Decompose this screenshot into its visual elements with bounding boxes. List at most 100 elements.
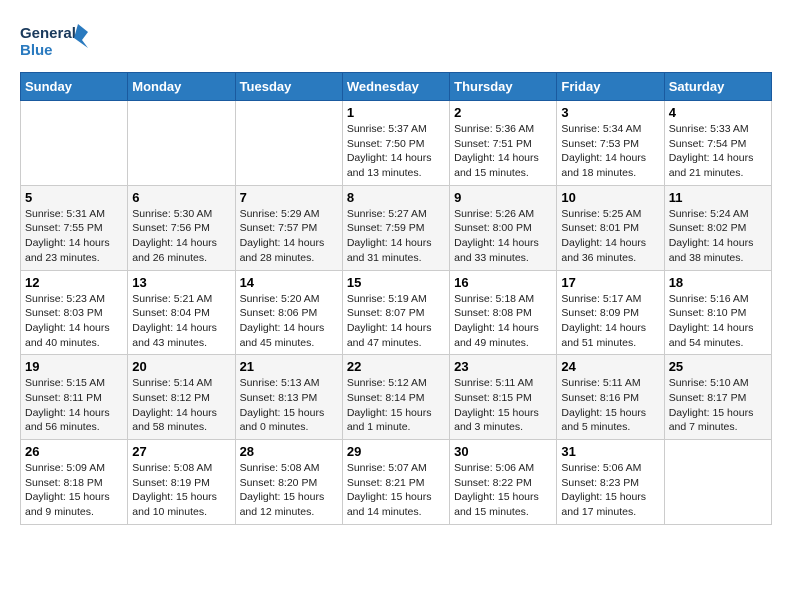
day-number: 22	[347, 359, 445, 374]
day-info: Sunrise: 5:20 AM Sunset: 8:06 PM Dayligh…	[240, 292, 338, 351]
day-info: Sunrise: 5:18 AM Sunset: 8:08 PM Dayligh…	[454, 292, 552, 351]
weekday-header-monday: Monday	[128, 73, 235, 101]
calendar-cell: 23Sunrise: 5:11 AM Sunset: 8:15 PM Dayli…	[450, 355, 557, 440]
day-info: Sunrise: 5:06 AM Sunset: 8:23 PM Dayligh…	[561, 461, 659, 520]
day-info: Sunrise: 5:34 AM Sunset: 7:53 PM Dayligh…	[561, 122, 659, 181]
calendar-cell: 26 Sunrise: 5:09 AM Sunset: 8:18 PM Dayli…	[21, 440, 128, 525]
day-info: Sunrise: 5:13 AM Sunset: 8:13 PM Dayligh…	[240, 376, 338, 435]
day-info: Sunrise: 5:09 AM Sunset: 8:18 PM Dayligh…	[25, 461, 123, 520]
day-info: Sunrise: 5:25 AM Sunset: 8:01 PM Dayligh…	[561, 207, 659, 266]
calendar-cell: 21 Sunrise: 5:13 AM Sunset: 8:13 PM Dayli…	[235, 355, 342, 440]
day-number: 1	[347, 105, 445, 120]
day-number: 13	[132, 275, 230, 290]
day-number: 26	[25, 444, 123, 459]
day-number: 3	[561, 105, 659, 120]
week-row-1: 5Sunrise: 5:31 AM Sunset: 7:55 PM Daylig…	[21, 185, 772, 270]
calendar-cell: 12Sunrise: 5:23 AM Sunset: 8:03 PM Dayli…	[21, 270, 128, 355]
calendar-cell: 19 Sunrise: 5:15 AM Sunset: 8:11 PM Dayli…	[21, 355, 128, 440]
calendar-cell: 31 Sunrise: 5:06 AM Sunset: 8:23 PM Dayli…	[557, 440, 664, 525]
calendar-cell	[235, 101, 342, 186]
calendar-cell: 3 Sunrise: 5:34 AM Sunset: 7:53 PM Daylig…	[557, 101, 664, 186]
day-number: 2	[454, 105, 552, 120]
day-info: Sunrise: 5:08 AM Sunset: 8:20 PM Dayligh…	[240, 461, 338, 520]
weekday-header-saturday: Saturday	[664, 73, 771, 101]
week-row-3: 19 Sunrise: 5:15 AM Sunset: 8:11 PM Dayli…	[21, 355, 772, 440]
day-number: 29	[347, 444, 445, 459]
day-number: 27	[132, 444, 230, 459]
calendar-cell	[21, 101, 128, 186]
logo-svg: General Blue	[20, 20, 90, 62]
calendar-cell: 28 Sunrise: 5:08 AM Sunset: 8:20 PM Dayli…	[235, 440, 342, 525]
day-number: 15	[347, 275, 445, 290]
weekday-header-row: SundayMondayTuesdayWednesdayThursdayFrid…	[21, 73, 772, 101]
weekday-header-tuesday: Tuesday	[235, 73, 342, 101]
calendar-cell: 25 Sunrise: 5:10 AM Sunset: 8:17 PM Dayli…	[664, 355, 771, 440]
header: General Blue	[20, 20, 772, 62]
day-info: Sunrise: 5:27 AM Sunset: 7:59 PM Dayligh…	[347, 207, 445, 266]
calendar-cell: 15Sunrise: 5:19 AM Sunset: 8:07 PM Dayli…	[342, 270, 449, 355]
calendar-cell: 1 Sunrise: 5:37 AM Sunset: 7:50 PM Daylig…	[342, 101, 449, 186]
calendar-cell: 4 Sunrise: 5:33 AM Sunset: 7:54 PM Daylig…	[664, 101, 771, 186]
day-number: 14	[240, 275, 338, 290]
calendar-cell: 10 Sunrise: 5:25 AM Sunset: 8:01 PM Dayli…	[557, 185, 664, 270]
day-number: 18	[669, 275, 767, 290]
day-info: Sunrise: 5:15 AM Sunset: 8:11 PM Dayligh…	[25, 376, 123, 435]
day-info: Sunrise: 5:14 AM Sunset: 8:12 PM Dayligh…	[132, 376, 230, 435]
day-info: Sunrise: 5:11 AM Sunset: 8:15 PM Dayligh…	[454, 376, 552, 435]
day-info: Sunrise: 5:36 AM Sunset: 7:51 PM Dayligh…	[454, 122, 552, 181]
day-info: Sunrise: 5:17 AM Sunset: 8:09 PM Dayligh…	[561, 292, 659, 351]
calendar-cell: 14 Sunrise: 5:20 AM Sunset: 8:06 PM Dayli…	[235, 270, 342, 355]
day-info: Sunrise: 5:21 AM Sunset: 8:04 PM Dayligh…	[132, 292, 230, 351]
svg-text:General: General	[20, 25, 76, 42]
week-row-0: 1 Sunrise: 5:37 AM Sunset: 7:50 PM Daylig…	[21, 101, 772, 186]
day-number: 10	[561, 190, 659, 205]
calendar-cell: 8Sunrise: 5:27 AM Sunset: 7:59 PM Daylig…	[342, 185, 449, 270]
calendar-cell: 24 Sunrise: 5:11 AM Sunset: 8:16 PM Dayli…	[557, 355, 664, 440]
day-number: 30	[454, 444, 552, 459]
day-info: Sunrise: 5:11 AM Sunset: 8:16 PM Dayligh…	[561, 376, 659, 435]
calendar-cell: 16 Sunrise: 5:18 AM Sunset: 8:08 PM Dayli…	[450, 270, 557, 355]
calendar-cell: 6 Sunrise: 5:30 AM Sunset: 7:56 PM Daylig…	[128, 185, 235, 270]
calendar-cell: 17 Sunrise: 5:17 AM Sunset: 8:09 PM Dayli…	[557, 270, 664, 355]
week-row-2: 12Sunrise: 5:23 AM Sunset: 8:03 PM Dayli…	[21, 270, 772, 355]
calendar-cell: 9Sunrise: 5:26 AM Sunset: 8:00 PM Daylig…	[450, 185, 557, 270]
svg-text:Blue: Blue	[20, 42, 53, 59]
day-info: Sunrise: 5:37 AM Sunset: 7:50 PM Dayligh…	[347, 122, 445, 181]
calendar-cell: 20 Sunrise: 5:14 AM Sunset: 8:12 PM Dayli…	[128, 355, 235, 440]
calendar-cell: 30 Sunrise: 5:06 AM Sunset: 8:22 PM Dayli…	[450, 440, 557, 525]
day-info: Sunrise: 5:12 AM Sunset: 8:14 PM Dayligh…	[347, 376, 445, 435]
day-number: 16	[454, 275, 552, 290]
day-number: 20	[132, 359, 230, 374]
day-info: Sunrise: 5:16 AM Sunset: 8:10 PM Dayligh…	[669, 292, 767, 351]
day-number: 4	[669, 105, 767, 120]
day-info: Sunrise: 5:30 AM Sunset: 7:56 PM Dayligh…	[132, 207, 230, 266]
calendar-cell	[664, 440, 771, 525]
day-info: Sunrise: 5:10 AM Sunset: 8:17 PM Dayligh…	[669, 376, 767, 435]
calendar-cell: 29Sunrise: 5:07 AM Sunset: 8:21 PM Dayli…	[342, 440, 449, 525]
day-number: 9	[454, 190, 552, 205]
calendar-cell: 18 Sunrise: 5:16 AM Sunset: 8:10 PM Dayli…	[664, 270, 771, 355]
day-info: Sunrise: 5:23 AM Sunset: 8:03 PM Dayligh…	[25, 292, 123, 351]
logo: General Blue	[20, 20, 90, 62]
weekday-header-wednesday: Wednesday	[342, 73, 449, 101]
day-info: Sunrise: 5:31 AM Sunset: 7:55 PM Dayligh…	[25, 207, 123, 266]
day-number: 25	[669, 359, 767, 374]
week-row-4: 26 Sunrise: 5:09 AM Sunset: 8:18 PM Dayli…	[21, 440, 772, 525]
day-number: 7	[240, 190, 338, 205]
day-info: Sunrise: 5:06 AM Sunset: 8:22 PM Dayligh…	[454, 461, 552, 520]
day-number: 24	[561, 359, 659, 374]
calendar-cell: 22 Sunrise: 5:12 AM Sunset: 8:14 PM Dayli…	[342, 355, 449, 440]
day-number: 31	[561, 444, 659, 459]
day-number: 28	[240, 444, 338, 459]
calendar-cell: 7Sunrise: 5:29 AM Sunset: 7:57 PM Daylig…	[235, 185, 342, 270]
day-number: 21	[240, 359, 338, 374]
day-number: 17	[561, 275, 659, 290]
day-info: Sunrise: 5:24 AM Sunset: 8:02 PM Dayligh…	[669, 207, 767, 266]
weekday-header-thursday: Thursday	[450, 73, 557, 101]
day-info: Sunrise: 5:33 AM Sunset: 7:54 PM Dayligh…	[669, 122, 767, 181]
calendar-cell: 27Sunrise: 5:08 AM Sunset: 8:19 PM Dayli…	[128, 440, 235, 525]
weekday-header-sunday: Sunday	[21, 73, 128, 101]
day-number: 6	[132, 190, 230, 205]
day-number: 19	[25, 359, 123, 374]
calendar-table: SundayMondayTuesdayWednesdayThursdayFrid…	[20, 72, 772, 525]
